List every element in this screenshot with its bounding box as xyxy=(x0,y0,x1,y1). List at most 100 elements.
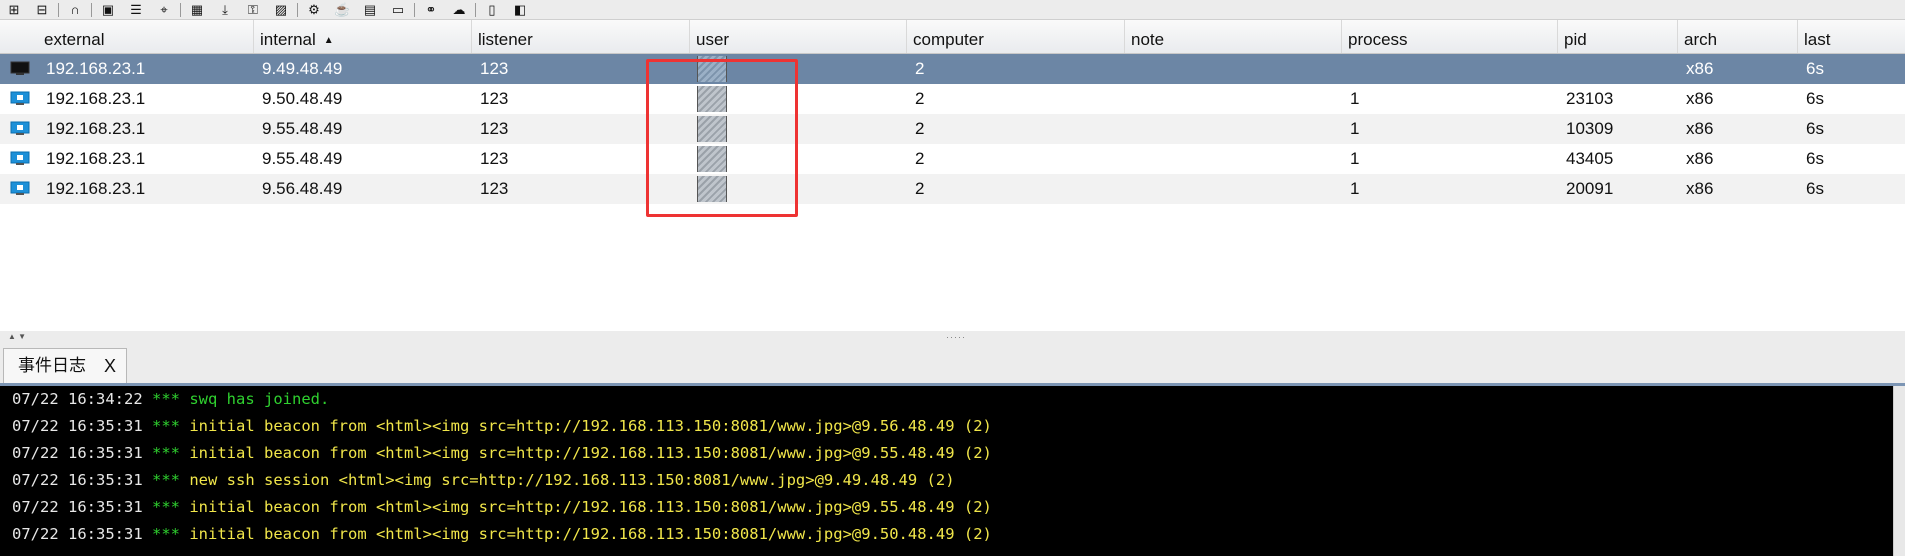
note-icon[interactable]: ▯ xyxy=(484,2,500,18)
terminal-os-icon xyxy=(10,61,30,75)
cell-internal: 9.55.48.49 xyxy=(262,149,343,168)
cell-computer: 2 xyxy=(915,119,925,138)
red-highlight-box xyxy=(646,59,798,217)
log-line: 07/22 16:35:31 *** new ssh session <html… xyxy=(12,467,955,494)
column-header-label: internal xyxy=(260,30,316,49)
target-icon[interactable]: ⌖ xyxy=(156,2,172,18)
cell-computer: 2 xyxy=(915,149,925,168)
cloud-icon[interactable]: ☁ xyxy=(451,2,467,18)
cell-note xyxy=(1127,54,1133,84)
package-icon[interactable]: ◧ xyxy=(512,2,528,18)
column-header-external[interactable]: external xyxy=(38,20,254,53)
toolbar: ⊞ ⊟ ∩ ▣ ☰ ⌖ ▦ ⤓ ⚿ ▨ ⚙ ☕ ▤ ▭ ⚭ ☁ ▯ ◧ xyxy=(0,0,1905,19)
column-header-note[interactable]: note xyxy=(1125,20,1342,53)
cell-note xyxy=(1127,114,1133,144)
log-line: 07/22 16:35:31 *** initial beacon from <… xyxy=(12,440,992,467)
key-icon[interactable]: ⚿ xyxy=(245,2,261,18)
log-message: new ssh session <html><img src=http://19… xyxy=(189,471,955,489)
log-timestamp: 07/22 16:35:31 xyxy=(12,498,143,516)
console-scrollbar[interactable] xyxy=(1893,386,1905,556)
tab-event-log[interactable]: 事件日志 X xyxy=(3,348,127,383)
gear-icon[interactable]: ⚙ xyxy=(306,2,322,18)
windows-os-icon xyxy=(10,181,30,195)
cell-internal: 9.50.48.49 xyxy=(262,89,343,108)
cell-arch: x86 xyxy=(1686,179,1714,198)
terminal-icon[interactable]: ▭ xyxy=(390,2,406,18)
cell-last: 6s xyxy=(1806,59,1824,78)
column-header-internal[interactable]: internal ▲ xyxy=(254,20,472,53)
screenshot-icon[interactable]: ▣ xyxy=(100,2,116,18)
cell-listener: 123 xyxy=(480,179,509,198)
log-line: 07/22 16:35:31 *** initial beacon from <… xyxy=(12,494,992,521)
table-row[interactable]: 192.168.23.1 9.55.48.49 123 2 1 10309 x8… xyxy=(0,114,1905,144)
log-marker: *** xyxy=(152,471,180,489)
cell-listener: 123 xyxy=(480,149,509,168)
drag-grip-icon[interactable]: ····· xyxy=(946,333,966,342)
cell-note xyxy=(1127,144,1133,174)
download-icon[interactable]: ⤓ xyxy=(217,2,233,18)
cell-arch: x86 xyxy=(1686,149,1714,168)
document-icon[interactable]: ▤ xyxy=(362,2,378,18)
minus-icon[interactable]: ⊟ xyxy=(34,2,50,18)
cell-pid: 10309 xyxy=(1566,119,1614,138)
cell-internal: 9.56.48.49 xyxy=(262,179,343,198)
cell-arch: x86 xyxy=(1686,59,1714,78)
cell-listener: 123 xyxy=(480,119,509,138)
column-header-listener[interactable]: listener xyxy=(472,20,690,53)
log-marker: *** xyxy=(152,417,180,435)
panel-splitter[interactable]: ▲ ▼ ····· xyxy=(0,331,1905,343)
table-row[interactable]: 192.168.23.1 9.55.48.49 123 2 1 43405 x8… xyxy=(0,144,1905,174)
cell-last: 6s xyxy=(1806,89,1824,108)
cell-pid: 20091 xyxy=(1566,179,1614,198)
cell-pid xyxy=(1560,54,1566,84)
windows-os-icon xyxy=(10,91,30,105)
log-line: 07/22 16:35:31 *** initial beacon from <… xyxy=(12,413,992,440)
cell-pid: 43405 xyxy=(1566,149,1614,168)
collapse-arrows-icon[interactable]: ▲ ▼ xyxy=(8,331,26,343)
log-marker: *** xyxy=(152,390,180,408)
headphones-icon[interactable]: ∩ xyxy=(67,2,83,18)
cell-last: 6s xyxy=(1806,149,1824,168)
toolbar-separator xyxy=(475,2,476,17)
windows-os-icon xyxy=(10,121,30,135)
column-header-process[interactable]: process xyxy=(1342,20,1558,53)
table-row[interactable]: 192.168.23.1 9.56.48.49 123 2 1 20091 x8… xyxy=(0,174,1905,204)
column-header-arch[interactable]: arch xyxy=(1678,20,1798,53)
toolbar-separator xyxy=(297,2,298,17)
table-row[interactable]: 192.168.23.1 9.49.48.49 123 2 x86 6s xyxy=(0,54,1905,84)
cell-external: 192.168.23.1 xyxy=(46,59,146,78)
cell-external: 192.168.23.1 xyxy=(46,179,146,198)
log-line: 07/22 16:34:22 *** swq has joined. xyxy=(12,386,329,413)
close-icon[interactable]: X xyxy=(104,349,116,383)
log-message: initial beacon from <html><img src=http:… xyxy=(189,525,992,543)
log-line: 07/22 16:35:31 *** initial beacon from <… xyxy=(12,521,992,548)
cell-process: 1 xyxy=(1350,179,1360,198)
cell-computer: 2 xyxy=(915,89,925,108)
column-header-computer[interactable]: computer xyxy=(907,20,1125,53)
cell-listener: 123 xyxy=(480,89,509,108)
sessions-table: external internal ▲ listener user compute… xyxy=(0,19,1905,332)
link-icon[interactable]: ⚭ xyxy=(423,2,439,18)
log-message: initial beacon from <html><img src=http:… xyxy=(189,444,992,462)
image-icon[interactable]: ▨ xyxy=(273,2,289,18)
event-log-console[interactable]: 07/22 16:34:22 *** swq has joined. 07/22… xyxy=(0,386,1893,556)
picture-icon[interactable]: ▦ xyxy=(189,2,205,18)
plus-icon[interactable]: ⊞ xyxy=(6,2,22,18)
cell-external: 192.168.23.1 xyxy=(46,89,146,108)
table-row[interactable]: 192.168.23.1 9.50.48.49 123 2 1 23103 x8… xyxy=(0,84,1905,114)
cell-internal: 9.49.48.49 xyxy=(262,59,343,78)
log-message: swq has joined. xyxy=(189,390,330,408)
tab-strip: 事件日志 X xyxy=(0,343,1905,386)
cell-pid: 23103 xyxy=(1566,89,1614,108)
coffee-icon[interactable]: ☕ xyxy=(334,2,350,18)
column-header-pid[interactable]: pid xyxy=(1558,20,1678,53)
log-timestamp: 07/22 16:34:22 xyxy=(12,390,143,408)
column-header-user[interactable]: user xyxy=(690,20,907,53)
log-message: initial beacon from <html><img src=http:… xyxy=(189,498,992,516)
menu-icon[interactable]: ☰ xyxy=(128,2,144,18)
log-timestamp: 07/22 16:35:31 xyxy=(12,525,143,543)
cell-note xyxy=(1127,84,1133,114)
log-timestamp: 07/22 16:35:31 xyxy=(12,471,143,489)
column-header-last[interactable]: last xyxy=(1798,20,1905,53)
cell-computer: 2 xyxy=(915,59,925,78)
